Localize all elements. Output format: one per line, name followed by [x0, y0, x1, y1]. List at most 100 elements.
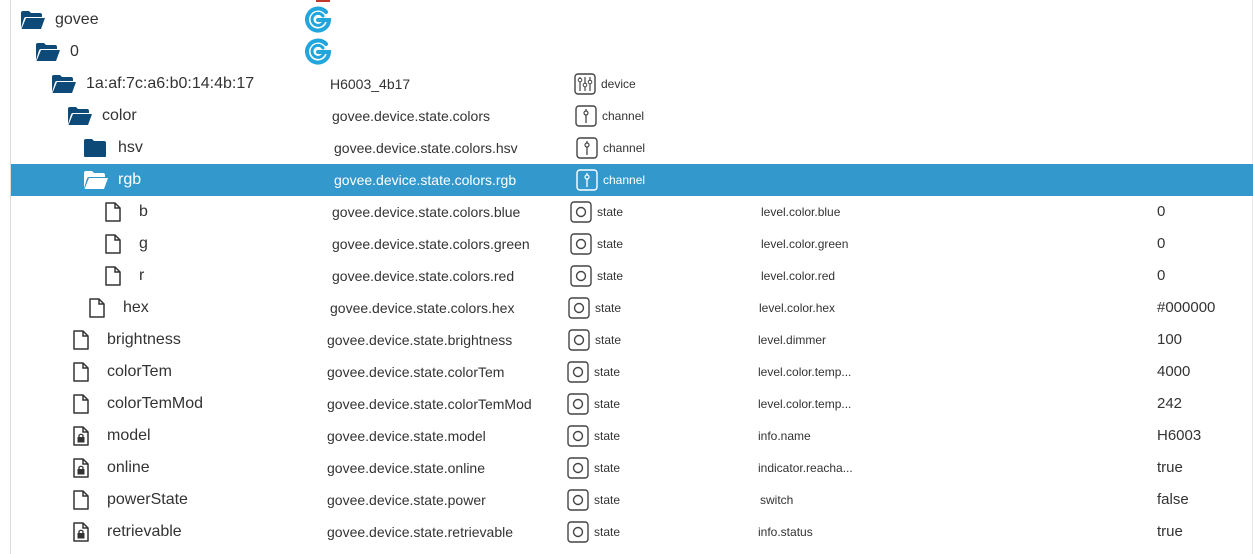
tree-row[interactable]: colorTemMod govee.device.state.colorTemMo…	[11, 388, 1253, 420]
object-type: state	[570, 260, 623, 292]
object-value[interactable]: 100	[1157, 324, 1182, 356]
tree-node-label: colorTemMod	[107, 395, 204, 412]
object-name: govee.device.state.colors.hsv	[334, 140, 518, 156]
tree-row[interactable]: g govee.device.state.colors.green state lev…	[11, 228, 1253, 260]
object-value[interactable]: H6003	[1157, 420, 1201, 452]
tree-node[interactable]: brightness	[72, 324, 181, 356]
object-type-label: state	[595, 333, 622, 347]
tree-node[interactable]: g	[104, 228, 148, 260]
tree-node[interactable]: r	[104, 260, 144, 292]
tree-row[interactable]: retrievable govee.device.state.retrievabl…	[11, 516, 1253, 548]
tree-node-label: g	[139, 235, 148, 252]
object-value[interactable]: true	[1157, 516, 1183, 548]
tree-node-label: 1a:af:7c:a6:b0:14:4b:17	[86, 75, 255, 92]
tree-node[interactable]: color	[67, 100, 137, 132]
tree-row[interactable]: hex govee.device.state.colors.hex state lev…	[11, 292, 1253, 324]
folder-open-icon[interactable]	[67, 105, 93, 127]
object-name: H6003_4b17	[330, 76, 411, 92]
folder-open-icon[interactable]	[83, 169, 109, 191]
object-role: switch	[760, 493, 794, 507]
file-lock-icon[interactable]	[72, 457, 98, 479]
file-lock-icon[interactable]	[72, 425, 98, 447]
file-icon[interactable]	[104, 201, 130, 223]
file-icon[interactable]	[72, 361, 98, 383]
channel-icon	[575, 105, 597, 127]
file-icon[interactable]	[72, 393, 98, 415]
object-value[interactable]: true	[1157, 452, 1183, 484]
tree-row[interactable]: r govee.device.state.colors.red state level…	[11, 260, 1253, 292]
object-value[interactable]: 0	[1157, 196, 1165, 228]
tree-row[interactable]: powerState govee.device.state.power state s…	[11, 484, 1253, 516]
object-type: state	[568, 292, 621, 324]
tree-node[interactable]: hex	[88, 292, 149, 324]
tree-node[interactable]: 0	[35, 36, 79, 68]
tree-row[interactable]: color govee.device.state.colors channel	[11, 100, 1253, 132]
tree-node-label: r	[139, 267, 145, 284]
file-icon[interactable]	[72, 489, 98, 511]
object-name: govee.device.state.colors.red	[332, 268, 515, 284]
file-icon[interactable]	[72, 329, 98, 351]
tree-node[interactable]: govee	[20, 4, 99, 36]
object-type: state	[567, 388, 620, 420]
tree-node[interactable]: retrievable	[72, 516, 182, 548]
object-name: govee.device.state.model	[327, 428, 486, 444]
object-type-label: channel	[602, 109, 645, 123]
tree-node[interactable]: hsv	[83, 132, 143, 164]
channel-icon	[576, 169, 598, 191]
tree-node-label: hex	[123, 299, 149, 316]
object-value[interactable]: 242	[1157, 388, 1182, 420]
object-name: govee.device.state.retrievable	[327, 524, 513, 540]
object-role: level.color.green	[761, 237, 849, 251]
tree-row[interactable]: rgb govee.device.state.colors.rgb channel	[11, 164, 1253, 196]
tree-node[interactable]: online	[72, 452, 150, 484]
object-value[interactable]: #000000	[1157, 292, 1215, 324]
tree-row[interactable]: 0	[11, 36, 1253, 68]
object-type-label: channel	[603, 141, 646, 155]
state-icon	[570, 233, 592, 255]
folder-open-icon[interactable]	[20, 9, 46, 31]
object-name: govee.device.state.online	[327, 460, 485, 476]
tree-row[interactable]: b govee.device.state.colors.blue state leve…	[11, 196, 1253, 228]
state-icon	[570, 265, 592, 287]
object-role: info.name	[758, 429, 811, 443]
file-icon[interactable]	[104, 265, 130, 287]
folder-open-icon[interactable]	[51, 73, 77, 95]
tree-node-label: rgb	[118, 171, 142, 188]
object-role: level.color.hex	[759, 301, 836, 315]
object-value[interactable]: false	[1157, 484, 1189, 516]
tree-row[interactable]: govee	[11, 4, 1253, 36]
folder-open-icon[interactable]	[35, 41, 61, 63]
state-icon	[568, 329, 590, 351]
tree-node[interactable]: model	[72, 420, 151, 452]
tree-node[interactable]: b	[104, 196, 148, 228]
object-type: state	[567, 484, 620, 516]
tree-row[interactable]: online govee.device.state.online state indi…	[11, 452, 1253, 484]
file-lock-icon[interactable]	[72, 521, 98, 543]
object-value[interactable]: 0	[1157, 260, 1165, 292]
object-value[interactable]: 0	[1157, 228, 1165, 260]
tree-node[interactable]: powerState	[72, 484, 188, 516]
tree-node[interactable]: colorTem	[72, 356, 172, 388]
tree-node[interactable]: 1a:af:7c:a6:b0:14:4b:17	[51, 68, 254, 100]
object-type: state	[567, 452, 620, 484]
tree-node[interactable]: rgb	[83, 164, 141, 196]
tree-node[interactable]: colorTemMod	[72, 388, 203, 420]
object-value[interactable]: 4000	[1157, 356, 1190, 388]
tree-node-label: model	[107, 427, 151, 444]
object-role: level.dimmer	[758, 333, 827, 347]
object-type: state	[567, 356, 620, 388]
tree-row[interactable]: model govee.device.state.model state info.n…	[11, 420, 1253, 452]
state-icon	[567, 393, 589, 415]
folder-closed-icon[interactable]	[83, 137, 109, 159]
tree-row[interactable]: 1a:af:7c:a6:b0:14:4b:17 H6003_4b17 device	[11, 68, 1253, 100]
tree-row[interactable]: hsv govee.device.state.colors.hsv channel	[11, 132, 1253, 164]
file-icon[interactable]	[104, 233, 130, 255]
file-icon[interactable]	[88, 297, 114, 319]
object-type-label: state	[594, 397, 621, 411]
tree-row[interactable]: colorTem govee.device.state.colorTem state…	[11, 356, 1253, 388]
tree-row[interactable]: brightness govee.device.state.brightness s…	[11, 324, 1253, 356]
object-name: govee.device.state.colors.hex	[330, 300, 515, 316]
object-role: level.color.temp...	[758, 397, 852, 411]
object-name: govee.device.state.colors.rgb	[334, 172, 517, 188]
state-icon	[567, 457, 589, 479]
